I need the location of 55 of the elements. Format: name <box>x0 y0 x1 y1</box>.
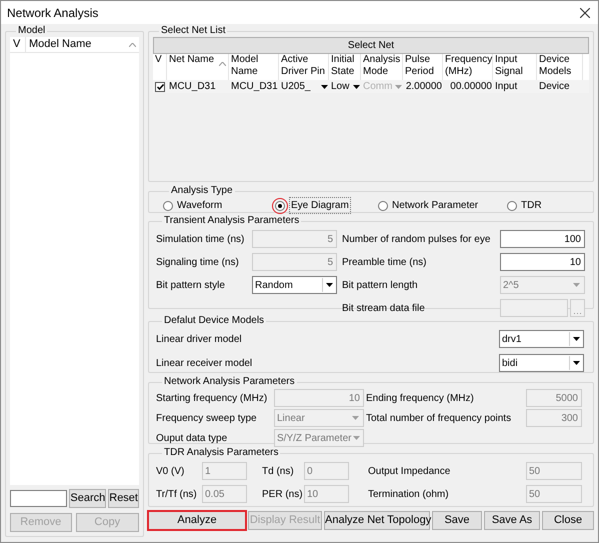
field-label: Bit pattern style <box>156 278 226 292</box>
field-label: Number of random pulses for eye <box>342 232 492 246</box>
select-net-button[interactable]: Select Net <box>153 37 589 54</box>
field-label: Total number of frequency points <box>366 412 512 426</box>
group-title: Analysis Type <box>170 185 234 197</box>
field-label: Starting frequency (MHz) <box>156 392 268 406</box>
button[interactable]: Save As <box>484 511 540 530</box>
group-title: Defalut Device Models <box>163 315 266 327</box>
dropdown[interactable]: Low <box>329 80 361 93</box>
table-cell-text: MCU_D31 <box>168 80 217 93</box>
radio-label: Eye Diagram <box>289 197 351 214</box>
table-cell-text: 2.00000 <box>404 80 443 93</box>
field-label: Frequency sweep type <box>156 412 258 426</box>
input-field[interactable]: 10 <box>500 253 585 271</box>
group-title: Transient Analysis Parameters <box>163 215 300 227</box>
column-header[interactable]: V <box>10 37 26 52</box>
group-title: TDR Analysis Parameters <box>163 447 280 459</box>
field-label: Linear receiver model <box>156 356 254 370</box>
table-cell-text: Device <box>538 80 571 93</box>
input-field[interactable]: 100 <box>500 230 585 248</box>
radio-label: Network Parameter <box>392 199 478 213</box>
group-title: Model <box>17 25 46 37</box>
table-cell-text: 00.00000 <box>449 80 493 93</box>
group-title: Select Net List <box>160 25 226 37</box>
field-label: Simulation time (ns) <box>156 232 246 246</box>
field-label: Output Impedance <box>368 464 452 478</box>
field-label: Bit stream data file <box>342 302 426 316</box>
button[interactable]: Analyze <box>148 511 246 530</box>
field-label: Ouput data type <box>156 432 228 446</box>
field-label: Tr/Tf (ns) <box>156 488 198 502</box>
table-cell-text: MCU_D31 <box>230 80 279 93</box>
dropdown[interactable]: U205_ <box>279 80 329 93</box>
button[interactable]: Reset <box>108 489 139 508</box>
field-label: Ending frequency (MHz) <box>366 392 475 406</box>
button[interactable]: Save <box>432 511 482 530</box>
field-label: Preamble time (ns) <box>342 256 428 270</box>
field-label: PER (ns) <box>262 488 304 502</box>
group-title: Network Analysis Parameters <box>163 376 296 388</box>
dropdown[interactable]: Random <box>252 276 337 294</box>
field-label: Td (ns) <box>262 464 295 478</box>
radio-label: TDR <box>521 199 542 213</box>
field-label: Termination (ohm) <box>368 488 450 502</box>
field-label: Linear driver model <box>156 332 243 346</box>
dropdown[interactable]: bidi <box>499 354 584 372</box>
radio-label: Waveform <box>177 199 222 213</box>
field-label: Signaling time (ns) <box>156 256 240 270</box>
button[interactable]: Close <box>542 511 594 530</box>
window-title: Network Analysis <box>7 4 98 22</box>
field-label: V0 (V) <box>156 464 186 478</box>
button[interactable]: Analyze Net Topology <box>324 511 430 530</box>
field-label: Bit pattern length <box>342 278 419 292</box>
table-cell-text: Input <box>494 80 518 93</box>
dropdown[interactable]: drv1 <box>499 330 584 348</box>
column-header[interactable]: Model Name <box>26 37 139 52</box>
button[interactable]: Search <box>69 489 106 508</box>
